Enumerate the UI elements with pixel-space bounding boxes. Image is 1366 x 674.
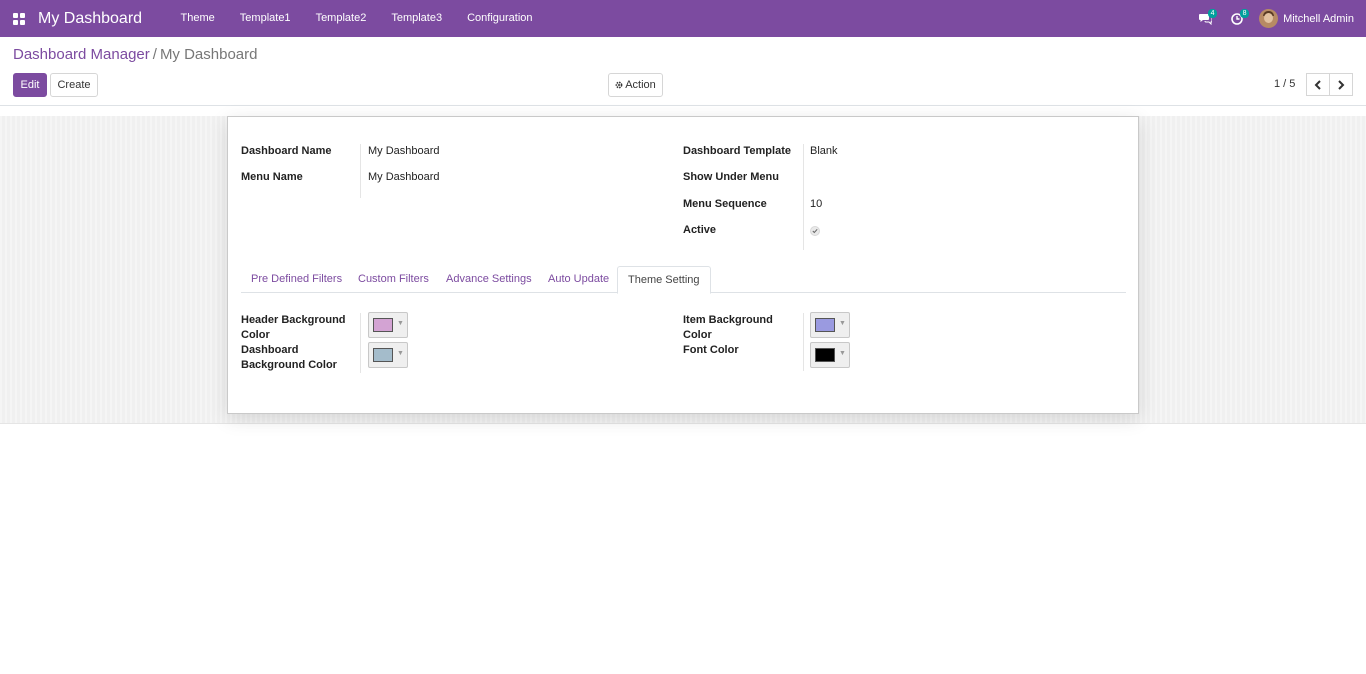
form-sheet: Dashboard Name My Dashboard Menu Name My… [227,116,1139,414]
item-bg-color-label-line2: Color [683,329,712,341]
app-title[interactable]: My Dashboard [38,10,142,28]
pager-next-button[interactable] [1329,73,1353,96]
main-menu: Theme Template1 Template2 Template3 Conf… [168,0,545,37]
menu-item-template2[interactable]: Template2 [303,0,379,37]
font-color-label: Font Color [683,344,739,356]
dropdown-arrow-icon: ▼ [397,320,404,327]
avatar [1259,9,1279,28]
chevron-left-icon [1314,79,1321,90]
menu-sequence-value: 10 [810,198,823,210]
header-bg-color-picker[interactable]: ▼ [368,312,408,338]
dropdown-arrow-icon: ▼ [397,350,404,357]
active-checkbox [810,226,820,236]
create-button[interactable]: Create [50,73,98,97]
check-icon [812,228,818,234]
dashboard-template-label: Dashboard Template [683,145,791,157]
item-bg-color-picker[interactable]: ▼ [810,312,850,338]
dropdown-arrow-icon: ▼ [839,320,846,327]
item-bg-color-label: Item Background Color [683,313,773,343]
menu-item-theme[interactable]: Theme [168,0,227,37]
notebook-tabs: Pre Defined Filters Custom Filters Advan… [241,266,1126,294]
header-bg-color-swatch [373,318,393,332]
active-label: Active [683,224,717,236]
systray: 4 8 Mitchell Admin [1189,0,1366,37]
theme-left-divider [360,313,361,373]
item-bg-color-swatch [815,318,835,332]
pager-previous-button[interactable] [1306,73,1330,96]
tab-auto-update[interactable]: Auto Update [538,266,619,293]
messages-icon[interactable]: 4 [1189,0,1221,37]
menu-item-template1[interactable]: Template1 [227,0,303,37]
dropdown-arrow-icon: ▼ [839,350,846,357]
form-bottom-divider [0,423,1366,424]
dashboard-name-value: My Dashboard [368,145,440,157]
right-group-divider [803,144,804,250]
apps-menu-icon[interactable] [0,0,38,37]
menu-item-configuration[interactable]: Configuration [455,0,545,37]
user-menu[interactable]: Mitchell Admin [1253,0,1366,37]
dashboard-name-label: Dashboard Name [241,145,332,157]
font-color-picker[interactable]: ▼ [810,342,850,368]
edit-button[interactable]: Edit [13,73,47,97]
tab-pre-defined-filters[interactable]: Pre Defined Filters [241,266,352,293]
dashboard-bg-color-label-line1: Dashboard [241,344,299,356]
dashboard-template-value: Blank [810,145,838,157]
breadcrumb-parent[interactable]: Dashboard Manager [13,46,150,63]
user-name: Mitchell Admin [1283,12,1354,25]
tab-theme-setting[interactable]: Theme Setting [617,266,711,294]
menu-name-label: Menu Name [241,171,303,183]
gear-icon [615,81,623,89]
menu-sequence-label: Menu Sequence [683,198,767,210]
dashboard-bg-color-label: Dashboard Background Color [241,343,337,373]
chevron-right-icon [1338,79,1345,90]
pager-value[interactable]: 1 / 5 [1274,78,1295,90]
dashboard-bg-color-picker[interactable]: ▼ [368,342,408,368]
breadcrumb-current: My Dashboard [159,46,258,63]
tab-custom-filters[interactable]: Custom Filters [348,266,439,293]
header-bg-color-label: Header Background Color [241,313,346,343]
action-label: Action [625,79,656,91]
left-group-divider [360,144,361,198]
header-bg-color-label-line2: Color [241,329,270,341]
dashboard-bg-color-swatch [373,348,393,362]
activities-clock-icon[interactable]: 8 [1221,0,1253,37]
breadcrumb: Dashboard Manager / My Dashboard [13,46,257,63]
menu-name-value: My Dashboard [368,171,440,183]
tab-advance-settings[interactable]: Advance Settings [436,266,542,293]
header-bg-color-label-line1: Header Background [241,314,346,326]
top-navbar: My Dashboard Theme Template1 Template2 T… [0,0,1366,37]
messages-count-badge: 4 [1208,9,1218,18]
theme-right-divider [803,313,804,371]
show-under-menu-label: Show Under Menu [683,171,779,183]
activities-count-badge: 8 [1240,9,1250,18]
breadcrumb-separator: / [152,46,157,63]
dashboard-bg-color-label-line2: Background Color [241,359,337,371]
control-panel-divider [0,105,1366,106]
action-button[interactable]: Action [608,73,663,97]
item-bg-color-label-line1: Item Background [683,314,773,326]
font-color-swatch [815,348,835,362]
menu-item-template3[interactable]: Template3 [379,0,455,37]
